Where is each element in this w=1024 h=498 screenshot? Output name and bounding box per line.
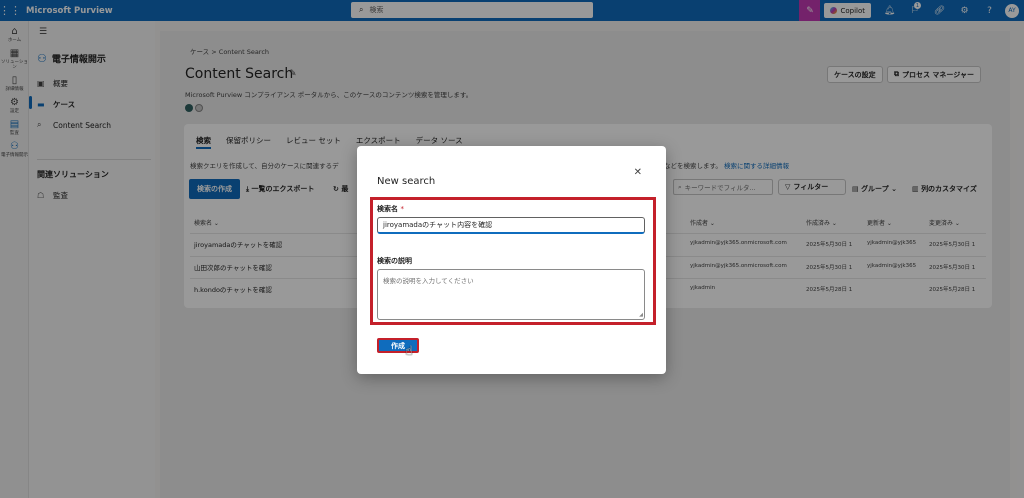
search-name-label: 検索名 *: [377, 205, 404, 213]
hand-cursor-icon: ☝: [405, 344, 413, 359]
search-name-input[interactable]: jiroyamadaのチャット内容を確認: [377, 217, 645, 234]
required-marker: *: [400, 205, 404, 213]
dialog-title: New search: [377, 176, 436, 187]
search-description-input[interactable]: 検索の説明を入力してください ◢: [377, 269, 645, 320]
close-icon[interactable]: ✕: [634, 167, 642, 178]
resize-handle-icon[interactable]: ◢: [639, 312, 643, 318]
new-search-dialog: New search ✕ 検索名 * jiroyamadaのチャット内容を確認 …: [357, 146, 666, 374]
description-placeholder: 検索の説明を入力してください: [383, 277, 474, 285]
search-description-label: 検索の説明: [377, 257, 412, 265]
